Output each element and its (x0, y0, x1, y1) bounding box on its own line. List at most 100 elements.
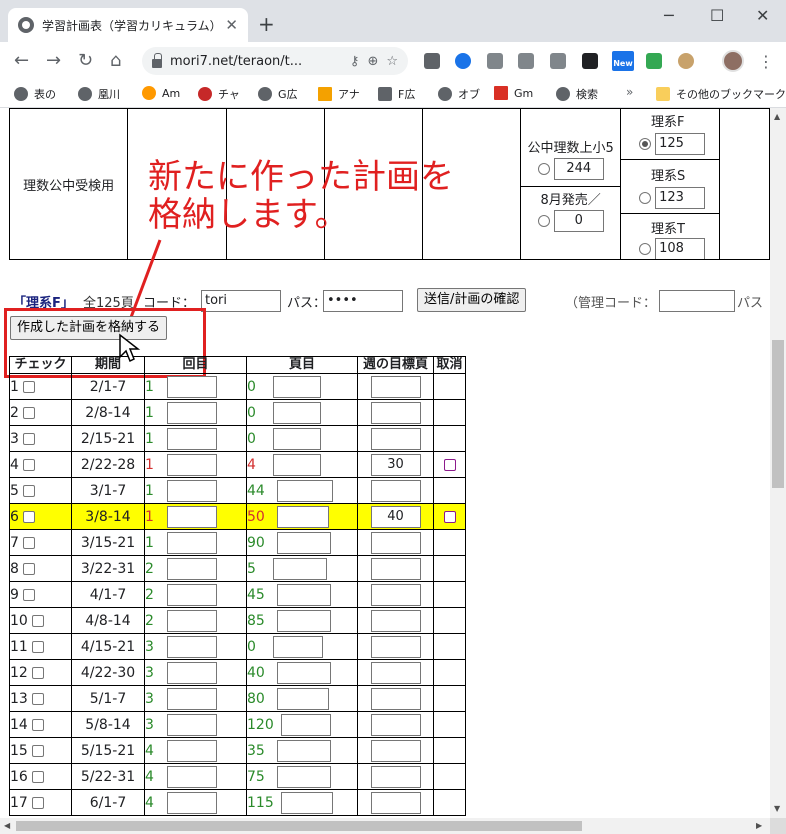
checkbox[interactable] (32, 666, 45, 679)
extension-icon[interactable] (487, 53, 503, 69)
checkbox[interactable] (32, 640, 45, 653)
checkbox[interactable] (32, 692, 45, 705)
goal-input[interactable] (370, 375, 421, 398)
round-input[interactable] (167, 401, 217, 424)
round-input[interactable] (167, 713, 217, 736)
checkbox[interactable] (23, 588, 36, 601)
bookmark-item[interactable]: 検索 (556, 86, 598, 102)
goal-input[interactable] (370, 687, 421, 710)
round-input[interactable] (167, 687, 217, 710)
back-icon[interactable]: ← (14, 50, 29, 71)
goal-input[interactable]: 30 (370, 453, 421, 476)
checkbox[interactable] (32, 796, 45, 809)
page-input[interactable] (277, 739, 331, 762)
checkbox[interactable] (32, 718, 45, 731)
page-input[interactable] (273, 427, 321, 450)
maximize-icon[interactable]: ☐ (710, 6, 724, 25)
round-input[interactable] (167, 375, 217, 398)
goal-input[interactable] (370, 557, 421, 580)
bookmark-item[interactable]: アナ (318, 86, 360, 102)
bookmarks-more-icon[interactable]: » (626, 85, 633, 99)
bookmark-item[interactable]: オブ (438, 86, 480, 102)
scroll-up-icon[interactable]: ▲ (774, 112, 780, 121)
extension-icon[interactable] (455, 53, 471, 69)
new-extension-icon[interactable]: New (612, 51, 634, 71)
scroll-right-icon[interactable]: ▶ (756, 821, 762, 830)
other-bookmarks[interactable]: その他のブックマーク (656, 86, 786, 102)
page-input[interactable] (281, 791, 333, 814)
drive-icon[interactable] (646, 53, 662, 69)
scroll-thumb[interactable] (16, 821, 582, 831)
goal-input[interactable] (370, 635, 421, 658)
vertical-scrollbar[interactable]: ▲ ▼ (770, 108, 786, 818)
checkbox[interactable] (23, 510, 36, 523)
scroll-left-icon[interactable]: ◀ (4, 821, 10, 830)
page-input[interactable] (277, 479, 333, 502)
scroll-down-icon[interactable]: ▼ (774, 804, 780, 813)
page-input[interactable] (277, 609, 331, 632)
home-icon[interactable]: ⌂ (110, 50, 121, 71)
round-input[interactable] (167, 427, 217, 450)
checkbox[interactable] (23, 458, 36, 471)
page-input[interactable] (273, 557, 327, 580)
new-tab-icon[interactable]: + (258, 12, 275, 36)
checkbox[interactable] (23, 406, 36, 419)
bookmark-item[interactable]: F広 (378, 86, 415, 102)
cookie-icon[interactable] (678, 53, 694, 69)
page-input[interactable] (277, 765, 331, 788)
page-input[interactable] (273, 375, 321, 398)
page-input[interactable] (277, 583, 331, 606)
reload-icon[interactable]: ↻ (78, 50, 93, 71)
page-input[interactable] (277, 531, 331, 554)
goal-input[interactable] (370, 713, 421, 736)
password-input[interactable]: •••• (323, 290, 403, 312)
forward-media-icon[interactable] (582, 53, 598, 69)
window-close-icon[interactable]: ✕ (756, 6, 769, 25)
goal-input[interactable] (370, 739, 421, 762)
round-input[interactable] (167, 531, 217, 554)
close-icon[interactable]: ✕ (225, 16, 238, 34)
goal-input[interactable] (370, 427, 421, 450)
round-input[interactable] (167, 557, 217, 580)
cancel-checkbox[interactable] (443, 510, 456, 523)
minimize-icon[interactable]: ─ (664, 6, 674, 25)
checkbox[interactable] (23, 380, 36, 393)
page-input[interactable] (273, 453, 321, 476)
bookmark-item[interactable]: G広 (258, 86, 298, 102)
round-input[interactable] (167, 661, 217, 684)
admin-code-input[interactable] (659, 290, 735, 312)
goal-input[interactable] (370, 609, 421, 632)
goal-input[interactable] (370, 583, 421, 606)
goal-input[interactable]: 40 (370, 505, 421, 528)
code-icon[interactable] (550, 53, 566, 69)
forward-icon[interactable]: → (46, 50, 61, 71)
goal-input[interactable] (370, 791, 421, 814)
checkbox[interactable] (23, 484, 36, 497)
round-input[interactable] (167, 739, 217, 762)
round-input[interactable] (167, 609, 217, 632)
browser-tab[interactable]: 学習計画表（学習カリキュラム） ✕ (8, 8, 248, 42)
avatar[interactable] (722, 50, 744, 72)
bookmark-item[interactable]: Gm (494, 86, 533, 100)
cancel-checkbox[interactable] (443, 458, 456, 471)
round-input[interactable] (167, 583, 217, 606)
checkbox[interactable] (23, 432, 36, 445)
page-input[interactable] (277, 687, 329, 710)
round-input[interactable] (167, 635, 217, 658)
page-input[interactable] (281, 713, 331, 736)
scroll-thumb[interactable] (772, 340, 784, 488)
round-input[interactable] (167, 479, 217, 502)
extension-icon[interactable] (518, 53, 534, 69)
horizontal-scrollbar[interactable]: ◀ ▶ (0, 818, 770, 834)
extension-icon[interactable] (424, 53, 440, 69)
bookmark-item[interactable]: チャ (198, 86, 240, 102)
page-input[interactable] (273, 635, 323, 658)
code-input[interactable]: tori (201, 290, 281, 312)
bookmark-item[interactable]: 凰川 (78, 86, 120, 102)
goal-input[interactable] (370, 765, 421, 788)
send-confirm-button[interactable]: 送信/計画の確認 (417, 288, 527, 312)
round-input[interactable] (167, 791, 217, 814)
page-input[interactable] (277, 505, 329, 528)
goal-input[interactable] (370, 661, 421, 684)
menu-icon[interactable]: ⋮ (758, 52, 774, 71)
